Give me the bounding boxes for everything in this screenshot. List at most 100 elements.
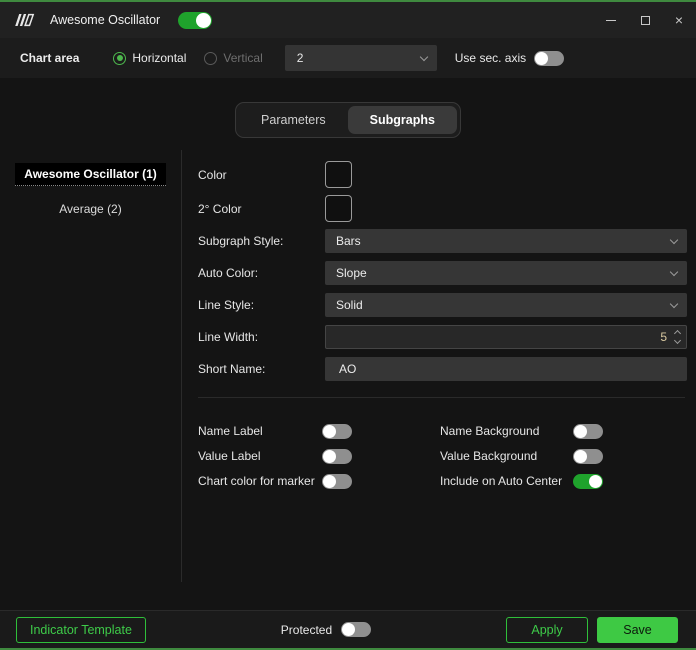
minimize-icon <box>606 19 616 21</box>
secondary-color-picker[interactable] <box>325 195 352 222</box>
maximize-button[interactable] <box>628 2 662 38</box>
line-width-label: Line Width: <box>198 330 259 344</box>
main-panel: Parameters Subgraphs Awesome Oscillator … <box>0 78 696 610</box>
toggle-knob <box>196 12 212 28</box>
short-name-input[interactable] <box>325 357 687 381</box>
chevron-down-icon <box>669 267 679 276</box>
subgraph-style-row: Subgraph Style: Bars <box>198 229 687 253</box>
value-label-toggle[interactable] <box>322 448 352 464</box>
value-background-toggle[interactable] <box>573 448 603 464</box>
name-label-toggle[interactable] <box>322 423 352 439</box>
subgraph-item-awesome-oscillator[interactable]: Awesome Oscillator (1) <box>15 163 166 186</box>
value-label-row: Value Label <box>198 444 440 468</box>
close-icon: × <box>674 12 684 28</box>
name-background-label: Name Background <box>440 424 540 438</box>
indicator-template-button[interactable]: Indicator Template <box>16 616 146 643</box>
subgraph-item-average[interactable]: Average (2) <box>50 198 130 220</box>
color-row: Color <box>198 161 687 188</box>
toggles-right-column: Name Background Value Background Include… <box>440 419 687 494</box>
value-label-label: Value Label <box>198 449 261 463</box>
auto-color-value: Slope <box>336 266 367 280</box>
value-background-label: Value Background <box>440 449 538 463</box>
radio-horizontal-icon <box>113 51 127 65</box>
name-background-row: Name Background <box>440 419 687 443</box>
include-auto-center-toggle[interactable] <box>573 473 603 489</box>
titlebar: Awesome Oscillator × <box>0 2 696 38</box>
include-auto-center-row: Include on Auto Center <box>440 469 687 493</box>
secondary-color-label: 2° Color <box>198 201 242 216</box>
orientation-radio-group: Horizontal Vertical <box>113 51 263 65</box>
sidebar-divider <box>181 150 182 582</box>
toggle-knob <box>342 623 356 636</box>
spinner-down-icon <box>673 336 682 345</box>
app-logo-icon <box>14 13 36 27</box>
save-button[interactable]: Save <box>597 616 679 643</box>
short-name-row: Short Name: <box>198 357 687 381</box>
indicator-settings-window: Awesome Oscillator × Chart area Horizont… <box>0 0 696 650</box>
name-background-toggle[interactable] <box>573 423 603 439</box>
name-label-label: Name Label <box>198 424 263 438</box>
chevron-down-icon <box>669 299 679 308</box>
tab-parameters[interactable]: Parameters <box>239 106 348 134</box>
radio-horizontal-label: Horizontal <box>132 51 187 65</box>
subgraph-style-label: Subgraph Style: <box>198 234 284 248</box>
auto-color-select[interactable]: Slope <box>325 261 687 285</box>
body: Awesome Oscillator (1) Average (2) Color… <box>0 139 696 610</box>
include-auto-center-label: Include on Auto Center <box>440 474 563 488</box>
subgraph-style-select[interactable]: Bars <box>325 229 687 253</box>
line-style-label: Line Style: <box>198 298 255 312</box>
radio-vertical-label: Vertical <box>223 51 263 65</box>
chart-area-label: Chart area <box>20 51 80 65</box>
auto-color-row: Auto Color: Slope <box>198 261 687 285</box>
radio-vertical-icon <box>204 51 218 65</box>
chart-area-count-value: 2 <box>296 51 304 65</box>
line-style-select[interactable]: Solid <box>325 293 687 317</box>
line-width-stepper[interactable]: 5 <box>325 325 687 349</box>
auto-color-label: Auto Color: <box>198 266 259 280</box>
chart-area-row: Chart area Horizontal Vertical 2 Use sec… <box>0 38 696 78</box>
color-label: Color <box>198 167 227 182</box>
footer-bar: Indicator Template Protected Apply Save <box>0 610 696 648</box>
apply-button[interactable]: Apply <box>506 616 589 643</box>
sec-axis-label: Use sec. axis <box>454 51 527 65</box>
color-picker[interactable] <box>325 161 352 188</box>
subgraph-list: Awesome Oscillator (1) Average (2) <box>0 139 181 610</box>
chart-color-marker-toggle[interactable] <box>322 473 352 489</box>
radio-vertical[interactable]: Vertical <box>204 51 263 65</box>
subgraph-settings: Color 2° Color Subgraph Style: Bars Auto… <box>181 139 696 610</box>
label-toggles: Name Label Value Label Chart color for m… <box>198 419 687 494</box>
line-width-row: Line Width: 5 <box>198 325 687 349</box>
secondary-color-row: 2° Color <box>198 195 687 222</box>
minimize-button[interactable] <box>594 2 628 38</box>
indicator-enabled-toggle[interactable] <box>178 11 213 29</box>
line-style-value: Solid <box>336 298 363 312</box>
line-style-row: Line Style: Solid <box>198 293 687 317</box>
short-name-label: Short Name: <box>198 362 266 376</box>
chart-area-count-select[interactable]: 2 <box>284 45 437 71</box>
toggles-left-column: Name Label Value Label Chart color for m… <box>198 419 440 494</box>
toggle-knob <box>574 449 587 463</box>
sec-axis-group: Use sec. axis <box>454 50 565 66</box>
protected-group: Protected <box>280 622 372 637</box>
window-controls: × <box>594 2 696 38</box>
sec-axis-toggle[interactable] <box>534 50 565 66</box>
spinner-arrows[interactable] <box>673 329 682 345</box>
tab-group: Parameters Subgraphs <box>235 102 461 138</box>
toggle-knob <box>589 474 602 488</box>
chart-color-marker-label: Chart color for marker <box>198 474 315 488</box>
toggle-knob <box>535 51 549 65</box>
protected-label: Protected <box>280 622 333 637</box>
subgraph-style-value: Bars <box>336 234 361 248</box>
chart-color-marker-row: Chart color for marker <box>198 469 440 493</box>
protected-toggle[interactable] <box>341 622 372 637</box>
toggle-knob <box>323 424 336 438</box>
toggle-knob <box>323 474 336 488</box>
maximize-icon <box>640 15 650 25</box>
value-background-row: Value Background <box>440 444 687 468</box>
radio-horizontal[interactable]: Horizontal <box>113 51 186 65</box>
chevron-down-icon <box>419 52 429 61</box>
tab-subgraphs[interactable]: Subgraphs <box>347 106 457 134</box>
toggle-knob <box>323 449 336 463</box>
window-title: Awesome Oscillator <box>50 13 161 27</box>
close-button[interactable]: × <box>662 2 696 38</box>
